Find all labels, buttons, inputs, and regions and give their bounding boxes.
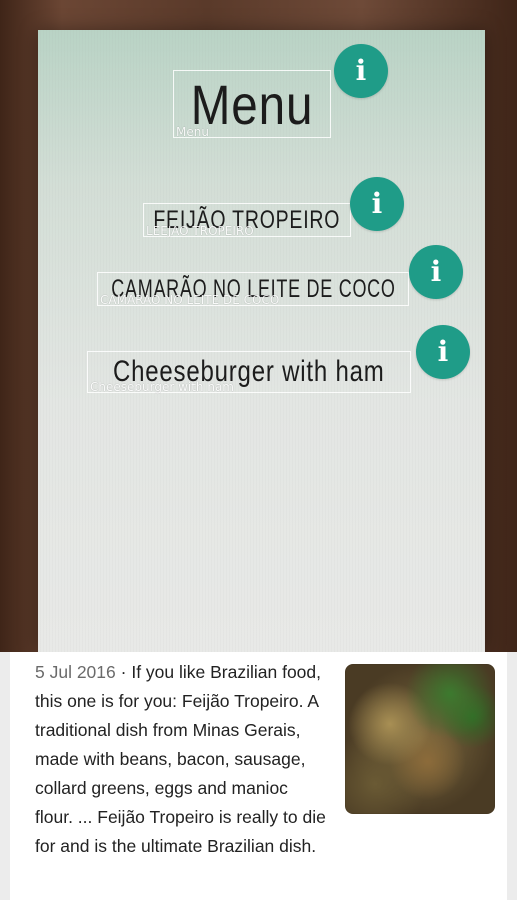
date-separator: · <box>115 662 132 682</box>
info-button-item-3[interactable]: i <box>416 325 470 379</box>
ocr-label-item-2: CAMARAO NO LEITE DE COCO <box>100 293 280 307</box>
info-icon: i <box>355 54 367 87</box>
info-button-item-1[interactable]: i <box>350 177 404 231</box>
menu-title: Menu <box>190 72 314 136</box>
ocr-box-item-1[interactable]: FEIJÃO TROPEIRO LEEJAO TROPEIRO <box>143 203 351 238</box>
ocr-box-item-3[interactable]: Cheeseburger with ham Cheeseburger with … <box>87 351 411 394</box>
result-date: 5 Jul 2016 <box>35 662 116 682</box>
ocr-box-item-2[interactable]: CAMARÃO NO LEITE DE COCO CAMARAO NO LEIT… <box>97 272 409 307</box>
info-icon: i <box>437 335 449 368</box>
ocr-label-item-1: LEEJAO TROPEIRO <box>146 224 254 238</box>
info-icon: i <box>371 187 383 220</box>
ocr-label-item-3: Cheeseburger with ham <box>90 380 234 394</box>
result-text: If you like Brazilian food, this one is … <box>35 662 326 856</box>
camera-view: Menu Menu i FEIJÃO TROPEIRO LEEJAO TROPE… <box>0 0 517 652</box>
ocr-box-title[interactable]: Menu Menu <box>173 70 331 139</box>
info-button-item-2[interactable]: i <box>409 245 463 299</box>
info-icon: i <box>430 255 442 288</box>
result-snippet: 5 Jul 2016 · If you like Brazilian food,… <box>35 658 495 861</box>
food-photo-icon[interactable] <box>345 664 495 814</box>
ocr-label-title: Menu <box>176 125 209 139</box>
search-result-card[interactable]: 5 Jul 2016 · If you like Brazilian food,… <box>0 652 517 900</box>
info-button-title[interactable]: i <box>334 44 388 98</box>
